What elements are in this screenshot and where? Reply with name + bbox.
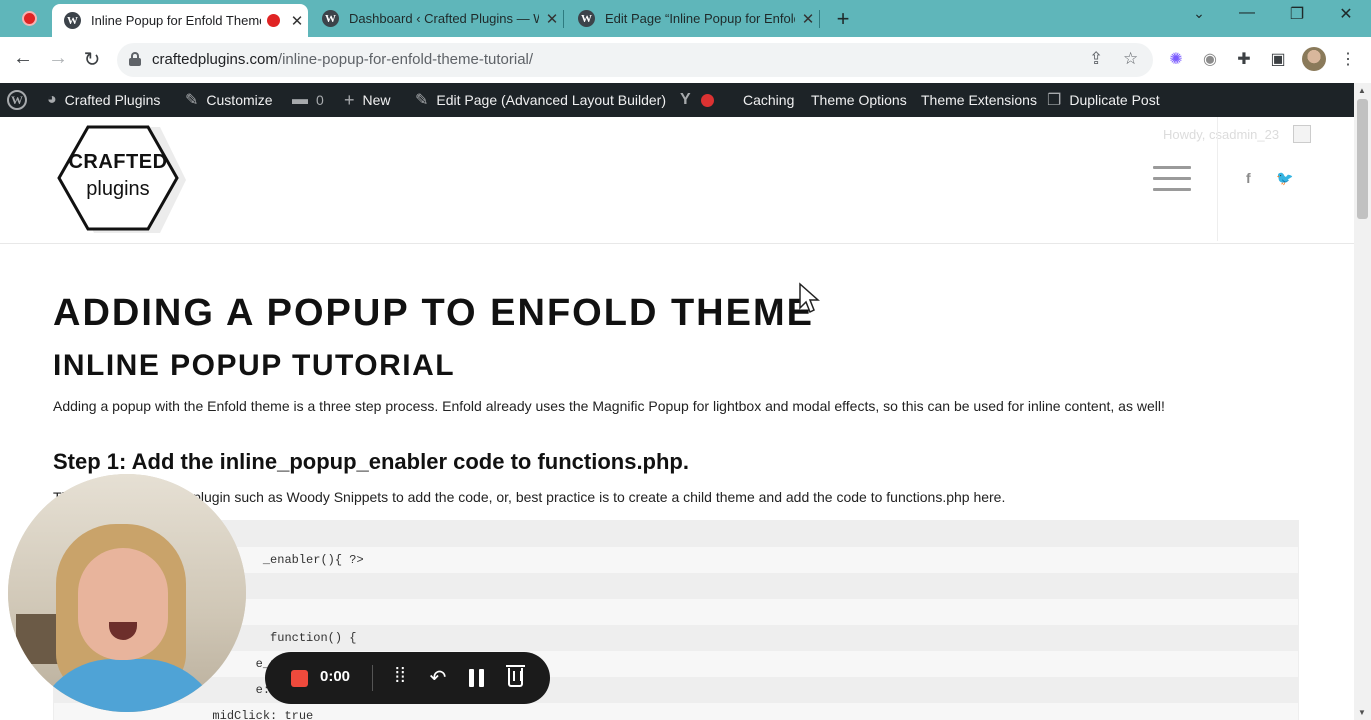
forward-button[interactable]: → xyxy=(46,47,70,70)
adminbar-new[interactable]: + New xyxy=(344,83,391,117)
side-panel-icon[interactable]: ▣ xyxy=(1267,49,1289,69)
scroll-up-icon[interactable]: ▲ xyxy=(1358,86,1366,95)
pause-icon[interactable] xyxy=(469,669,485,687)
wp-admin-bar: W ◕ Crafted Plugins ✎ Customize ▬ 0 + Ne… xyxy=(0,83,1371,117)
recorder-divider xyxy=(372,665,373,691)
tab-title: Edit Page “Inline Popup for Enfold Theme… xyxy=(605,11,795,26)
intro-paragraph: Adding a popup with the Enfold theme is … xyxy=(53,398,1165,414)
adminbar-theme-options[interactable]: Theme Options xyxy=(811,83,907,117)
yoast-icon: Y xyxy=(680,91,691,108)
hamburger-menu-icon[interactable] xyxy=(1153,166,1191,192)
adminbar-label: Caching xyxy=(743,92,795,108)
share-icon[interactable]: ⇪ xyxy=(1089,49,1103,69)
user-avatar[interactable] xyxy=(1293,125,1311,143)
adminbar-yoast[interactable]: Y xyxy=(680,83,714,117)
address-bar[interactable]: craftedplugins.com/inline-popup-for-enfo… xyxy=(117,43,1153,77)
tab-recording-icon xyxy=(267,14,280,27)
scroll-down-icon[interactable]: ▼ xyxy=(1358,708,1366,717)
adminbar-site-name[interactable]: ◕ Crafted Plugins xyxy=(47,83,160,117)
wordpress-favicon-icon: W xyxy=(322,10,339,27)
close-tab-icon[interactable]: ✕ xyxy=(290,12,304,30)
adminbar-label: Customize xyxy=(206,92,273,108)
pencil-icon: ✎ xyxy=(415,92,429,109)
adminbar-theme-extensions[interactable]: Theme Extensions xyxy=(921,83,1037,117)
close-tab-icon[interactable]: ✕ xyxy=(801,10,815,28)
seo-status-icon xyxy=(700,93,714,107)
adminbar-label: Theme Options xyxy=(811,92,907,108)
plus-icon: + xyxy=(344,89,355,110)
header-divider xyxy=(1217,117,1218,241)
brush-icon: ✎ xyxy=(185,92,199,109)
page-title: ADDING A POPUP TO ENFOLD THEME xyxy=(53,292,814,334)
recording-indicator-icon xyxy=(22,11,37,26)
scroll-thumb[interactable] xyxy=(1357,99,1368,219)
dashboard-icon: ◕ xyxy=(47,91,57,108)
adminbar-caching[interactable]: Caching xyxy=(743,83,794,117)
undo-icon[interactable]: ↶ xyxy=(426,665,450,690)
tab-title: Inline Popup for Enfold Theme Tutorial xyxy=(91,13,261,28)
wordpress-logo-icon: W xyxy=(7,90,27,110)
page-subtitle: INLINE POPUP TUTORIAL xyxy=(53,349,456,382)
step1-heading: Step 1: Add the inline_popup_enabler cod… xyxy=(53,449,689,474)
tab-dashboard[interactable]: W Dashboard ‹ Crafted Plugins — WordPres… xyxy=(312,0,564,37)
facebook-icon[interactable]: f xyxy=(1246,170,1251,186)
url-text[interactable]: craftedplugins.com/inline-popup-for-enfo… xyxy=(152,51,533,68)
tab-edit-page[interactable]: W Edit Page “Inline Popup for Enfold The… xyxy=(568,0,820,37)
restore-button[interactable]: ❐ xyxy=(1285,4,1309,24)
adminbar-duplicate-post[interactable]: ❐ Duplicate Post xyxy=(1047,83,1160,117)
browser-menu-icon[interactable]: ⋮ xyxy=(1337,49,1359,69)
duplicate-icon: ❐ xyxy=(1047,92,1062,109)
tab-title: Dashboard ‹ Crafted Plugins — WordPress xyxy=(349,11,539,26)
lock-icon[interactable] xyxy=(129,52,141,66)
comment-count: 0 xyxy=(316,92,324,108)
close-tab-icon[interactable]: ✕ xyxy=(545,10,559,28)
browser-tab-strip: W Inline Popup for Enfold Theme Tutorial… xyxy=(0,0,1371,37)
site-header: CRAFTED plugins Howdy, csadmin_23 f 🐦 xyxy=(0,117,1354,244)
mouse-cursor-icon xyxy=(799,282,820,314)
screen-recorder-controls: 0:00 ⁞⁞ ↶ xyxy=(265,652,550,704)
howdy-user-text[interactable]: Howdy, csadmin_23 xyxy=(1163,127,1279,142)
adminbar-comments[interactable]: ▬ 0 xyxy=(292,83,324,117)
new-tab-button[interactable]: + xyxy=(832,6,854,32)
minimize-button[interactable]: — xyxy=(1235,4,1259,22)
logo-text-crafted: CRAFTED xyxy=(68,151,168,173)
webcam-bubble[interactable] xyxy=(8,474,246,712)
wordpress-favicon-icon: W xyxy=(578,10,595,27)
adminbar-edit-page[interactable]: ✎ Edit Page (Advanced Layout Builder) xyxy=(415,83,666,117)
reload-button[interactable]: ↻ xyxy=(80,47,104,72)
adminbar-label: Duplicate Post xyxy=(1069,92,1160,108)
adminbar-label: Theme Extensions xyxy=(921,92,1037,108)
profile-avatar[interactable] xyxy=(1302,47,1326,71)
tab-inline-popup[interactable]: W Inline Popup for Enfold Theme Tutorial… xyxy=(52,4,308,37)
close-window-button[interactable]: ✕ xyxy=(1334,4,1358,24)
stop-recording-button[interactable] xyxy=(291,670,308,687)
comment-icon: ▬ xyxy=(292,91,308,108)
bookmark-star-icon[interactable]: ☆ xyxy=(1123,49,1138,69)
adminbar-label: New xyxy=(362,92,391,108)
adminbar-label: Crafted Plugins xyxy=(64,92,161,108)
logo-text-plugins: plugins xyxy=(86,178,150,200)
trash-icon[interactable] xyxy=(506,665,525,687)
page-scrollbar[interactable]: ▲ ▼ xyxy=(1354,83,1371,720)
wordpress-logo-menu[interactable]: W xyxy=(7,83,27,117)
adminbar-customize[interactable]: ✎ Customize xyxy=(185,83,273,117)
grid-dots-icon[interactable]: ⁞⁞ xyxy=(388,665,412,688)
wordpress-favicon-icon: W xyxy=(64,12,81,29)
recording-timer: 0:00 xyxy=(320,668,351,685)
back-button[interactable]: ← xyxy=(11,47,35,70)
extension-color-icon[interactable]: ✺ xyxy=(1165,49,1187,69)
tab-search-icon[interactable]: ⌄ xyxy=(1187,5,1211,22)
camera-extension-icon[interactable]: ◉ xyxy=(1199,49,1221,69)
adminbar-label: Edit Page (Advanced Layout Builder) xyxy=(436,92,666,108)
twitter-icon[interactable]: 🐦 xyxy=(1276,170,1293,187)
address-toolbar: ← → ↻ craftedplugins.com/inline-popup-fo… xyxy=(0,37,1371,83)
site-logo[interactable]: CRAFTED plugins xyxy=(56,123,186,237)
extensions-puzzle-icon[interactable]: ✚ xyxy=(1233,49,1255,69)
